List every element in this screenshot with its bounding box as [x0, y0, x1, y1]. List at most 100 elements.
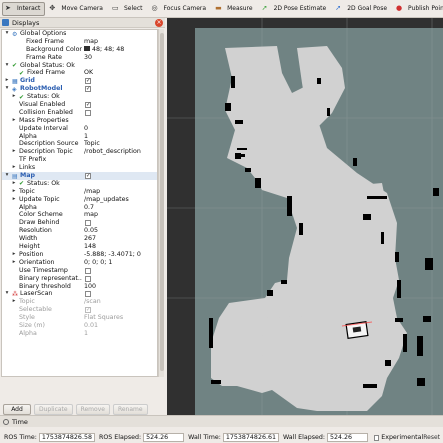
display-row-checkbox[interactable]	[85, 109, 91, 116]
display-row-frame-rate[interactable]: Frame Rate 30	[2, 54, 157, 62]
display-row-topic[interactable]: ▸ Topic/scan	[2, 298, 157, 306]
display-row-checkbox[interactable]: ✓	[85, 173, 91, 180]
display-row-fixed-frame[interactable]: Fixed Frame map	[2, 38, 157, 46]
display-row-mass-properties[interactable]: ▸ Mass Properties	[2, 117, 157, 125]
display-row-checkbox[interactable]: ✓	[85, 78, 91, 85]
expand-right-icon[interactable]: ▸	[11, 117, 17, 125]
display-row-value[interactable]: Flat Squares	[84, 314, 123, 322]
expand-right-icon[interactable]: ▸	[11, 251, 17, 259]
display-row-size-m-[interactable]: Size (m) 0.01	[2, 322, 157, 330]
tool-select-button[interactable]: ▭ Select	[109, 2, 148, 16]
display-row-value[interactable]: 267	[84, 235, 96, 243]
display-row-status-ok[interactable]: ▸ ✔ Status: Ok	[2, 180, 157, 188]
display-row-resolution[interactable]: Resolution 0.05	[2, 227, 157, 235]
expand-down-icon[interactable]: ▾	[4, 62, 10, 70]
display-row-value[interactable]: 1	[84, 330, 88, 338]
tool-publish-point-button[interactable]: ● Publish Point	[393, 2, 443, 16]
display-row-alpha[interactable]: Alpha 0.7	[2, 204, 157, 212]
display-row-value[interactable]: map	[84, 211, 98, 219]
display-row-checkbox[interactable]	[85, 267, 91, 274]
displays-tree[interactable]: ▾ ⚙ Global Options Fixed Frame map Background…	[1, 29, 158, 377]
display-row-description-topic[interactable]: ▸ Description Topic/robot_description	[2, 148, 157, 156]
display-row-style[interactable]: Style Flat Squares	[2, 314, 157, 322]
displays-scrollbar[interactable]	[158, 29, 164, 377]
display-row-global-options[interactable]: ▾ ⚙ Global Options	[2, 30, 157, 38]
display-row-value[interactable]: -5.888; -3.4071; 0	[84, 251, 141, 259]
display-row-links[interactable]: ▸ Links	[2, 164, 157, 172]
display-row-orientation[interactable]: ▸ Orientation 0; 0; 0; 1	[2, 259, 157, 267]
display-row-background-color[interactable]: Background Color 48; 48; 48	[2, 46, 157, 54]
display-row-value[interactable]: 0.7	[84, 204, 94, 212]
remove-button[interactable]: Remove	[75, 403, 110, 415]
expand-right-icon[interactable]: ▸	[11, 196, 17, 204]
display-row-value[interactable]: 30	[84, 54, 92, 62]
expand-down-icon[interactable]: ▾	[4, 85, 10, 93]
display-row-value[interactable]: 100	[84, 283, 96, 291]
display-row-grid[interactable]: ▸ ▦ Grid ✓	[2, 77, 157, 85]
reset-button[interactable]: Reset	[423, 434, 440, 441]
display-row-global-status-ok[interactable]: ▾ ✔ Global Status: Ok	[2, 62, 157, 70]
display-row-checkbox[interactable]: ✓	[85, 307, 91, 314]
scrollbar-thumb[interactable]	[160, 33, 164, 371]
expand-right-icon[interactable]: ▸	[4, 77, 10, 85]
display-row-tf-prefix[interactable]: TF Prefix	[2, 156, 157, 164]
display-row-binary-threshold[interactable]: Binary threshold 100	[2, 283, 157, 291]
display-row-value[interactable]: 0.05	[84, 227, 98, 235]
expand-right-icon[interactable]: ▸	[11, 93, 17, 101]
display-row-status-ok[interactable]: ▸ ✔ Status: Ok	[2, 93, 157, 101]
expand-right-icon[interactable]: ▸	[11, 164, 17, 172]
display-row-value[interactable]: /robot_description	[84, 148, 141, 156]
display-row-update-topic[interactable]: ▸ Update Topic/map_updates	[2, 196, 157, 204]
experimental-checkbox[interactable]	[374, 434, 380, 441]
rename-button[interactable]: Rename	[112, 403, 148, 415]
display-row-value[interactable]: 1	[84, 133, 88, 141]
display-row-collision-enabled[interactable]: Collision Enabled	[2, 109, 157, 117]
display-row-value[interactable]: 148	[84, 243, 96, 251]
display-row-visual-enabled[interactable]: Visual Enabled ✓	[2, 101, 157, 109]
display-row-value[interactable]: OK	[84, 69, 93, 77]
ros-time-field[interactable]: 1753874826.58	[38, 433, 95, 442]
display-row-checkbox[interactable]	[85, 220, 91, 227]
add-button[interactable]: Add	[3, 403, 31, 415]
display-row-position[interactable]: ▸ Position -5.888; -3.4071; 0	[2, 251, 157, 259]
display-row-value[interactable]: 0; 0; 0; 1	[84, 259, 112, 267]
duplicate-button[interactable]: Duplicate	[34, 403, 73, 415]
expand-down-icon[interactable]: ▾	[4, 172, 10, 180]
display-row-draw-behind[interactable]: Draw Behind	[2, 219, 157, 227]
display-row-value[interactable]: map	[84, 38, 98, 46]
display-row-topic[interactable]: ▸ Topic/map	[2, 188, 157, 196]
expand-right-icon[interactable]: ▸	[11, 188, 17, 196]
display-row-description-source[interactable]: Description Source Topic	[2, 140, 157, 148]
wall-elapsed-field[interactable]: 524.26	[327, 433, 369, 442]
display-row-update-interval[interactable]: Update Interval 0	[2, 125, 157, 133]
tool-2d-pose-estimate-button[interactable]: ➚ 2D Pose Estimate	[259, 2, 332, 16]
display-row-checkbox[interactable]	[85, 275, 91, 282]
display-row-checkbox[interactable]: ✓	[85, 86, 91, 93]
expand-right-icon[interactable]: ▸	[11, 180, 17, 188]
display-row-use-timestamp[interactable]: Use Timestamp	[2, 267, 157, 275]
close-icon[interactable]: ×	[155, 19, 163, 27]
expand-right-icon[interactable]: ▸	[11, 148, 17, 156]
tool-focus-camera-button[interactable]: ◎ Focus Camera	[148, 2, 211, 16]
display-row-fixed-frame[interactable]: ✔ Fixed Frame OK	[2, 69, 157, 77]
3d-viewport[interactable]	[167, 18, 443, 415]
display-row-checkbox[interactable]	[85, 291, 91, 298]
display-row-alpha[interactable]: Alpha 1	[2, 330, 157, 338]
expand-down-icon[interactable]: ▾	[4, 30, 10, 38]
display-row-value[interactable]: 0	[84, 125, 88, 133]
display-row-value[interactable]: 0.01	[84, 322, 98, 330]
expand-right-icon[interactable]: ▸	[11, 298, 17, 306]
display-row-value[interactable]: /scan	[84, 298, 101, 306]
display-row-checkbox[interactable]: ✓	[85, 102, 91, 109]
tool-interact-button[interactable]: ➤ Interact	[2, 1, 46, 16]
tool-measure-button[interactable]: ▬ Measure	[212, 2, 258, 16]
display-row-value[interactable]: 48; 48; 48	[84, 46, 124, 54]
display-row-width[interactable]: Width 267	[2, 235, 157, 243]
tool-2d-goal-pose-button[interactable]: ➚ 2D Goal Pose	[332, 2, 392, 16]
display-row-map[interactable]: ▾ ▤ Map ✓	[2, 172, 157, 180]
display-row-binary-representat-[interactable]: Binary representat...	[2, 275, 157, 283]
expand-right-icon[interactable]: ▸	[11, 259, 17, 267]
display-row-robotmodel[interactable]: ▾ ◈ RobotModel ✓	[2, 85, 157, 93]
wall-time-field[interactable]: 1753874826.61	[222, 433, 279, 442]
display-row-alpha[interactable]: Alpha 1	[2, 133, 157, 141]
